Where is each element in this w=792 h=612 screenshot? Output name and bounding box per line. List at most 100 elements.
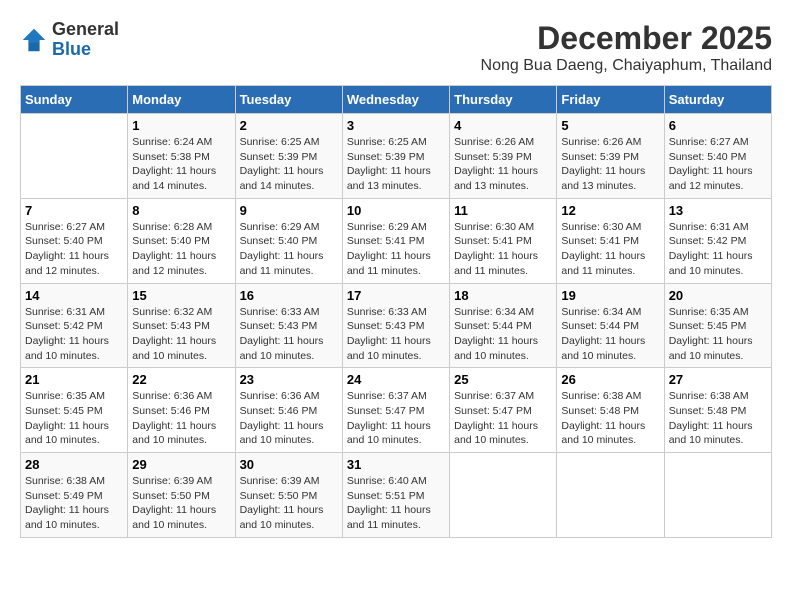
day-number: 20 — [669, 288, 767, 303]
day-content: Sunrise: 6:39 AMSunset: 5:50 PMDaylight:… — [132, 474, 230, 533]
calendar-cell: 5 Sunrise: 6:26 AMSunset: 5:39 PMDaylight… — [557, 114, 664, 199]
day-content: Sunrise: 6:27 AMSunset: 5:40 PMDaylight:… — [669, 135, 767, 194]
header-day-tuesday: Tuesday — [235, 86, 342, 114]
calendar-cell: 10 Sunrise: 6:29 AMSunset: 5:41 PMDayligh… — [342, 198, 449, 283]
day-content: Sunrise: 6:25 AMSunset: 5:39 PMDaylight:… — [240, 135, 338, 194]
calendar-cell — [21, 114, 128, 199]
logo-blue: Blue — [52, 40, 119, 60]
day-number: 2 — [240, 118, 338, 133]
day-number: 13 — [669, 203, 767, 218]
day-content: Sunrise: 6:37 AMSunset: 5:47 PMDaylight:… — [454, 389, 552, 448]
calendar-cell: 27 Sunrise: 6:38 AMSunset: 5:48 PMDayligh… — [664, 368, 771, 453]
day-number: 28 — [25, 457, 123, 472]
day-content: Sunrise: 6:27 AMSunset: 5:40 PMDaylight:… — [25, 220, 123, 279]
day-number: 31 — [347, 457, 445, 472]
day-content: Sunrise: 6:36 AMSunset: 5:46 PMDaylight:… — [240, 389, 338, 448]
calendar-cell — [450, 453, 557, 538]
calendar-cell: 20Sunrise: 6:35 AMSunset: 5:45 PMDayligh… — [664, 283, 771, 368]
calendar-cell: 2 Sunrise: 6:25 AMSunset: 5:39 PMDaylight… — [235, 114, 342, 199]
day-content: Sunrise: 6:38 AMSunset: 5:48 PMDaylight:… — [669, 389, 767, 448]
day-content: Sunrise: 6:24 AMSunset: 5:38 PMDaylight:… — [132, 135, 230, 194]
calendar-cell — [664, 453, 771, 538]
logo-icon — [20, 26, 48, 54]
week-row-4: 28 Sunrise: 6:38 AMSunset: 5:49 PMDayligh… — [21, 453, 772, 538]
week-row-0: 1 Sunrise: 6:24 AMSunset: 5:38 PMDaylight… — [21, 114, 772, 199]
header-day-saturday: Saturday — [664, 86, 771, 114]
calendar-cell: 6 Sunrise: 6:27 AMSunset: 5:40 PMDaylight… — [664, 114, 771, 199]
calendar-cell: 16Sunrise: 6:33 AMSunset: 5:43 PMDayligh… — [235, 283, 342, 368]
day-number: 22 — [132, 372, 230, 387]
header-day-friday: Friday — [557, 86, 664, 114]
calendar-cell: 21 Sunrise: 6:35 AMSunset: 5:45 PMDayligh… — [21, 368, 128, 453]
day-number: 21 — [25, 372, 123, 387]
day-content: Sunrise: 6:33 AMSunset: 5:43 PMDaylight:… — [347, 305, 445, 364]
header-day-thursday: Thursday — [450, 86, 557, 114]
day-number: 7 — [25, 203, 123, 218]
day-number: 27 — [669, 372, 767, 387]
day-number: 23 — [240, 372, 338, 387]
calendar-cell: 4 Sunrise: 6:26 AMSunset: 5:39 PMDaylight… — [450, 114, 557, 199]
day-number: 14 — [25, 288, 123, 303]
day-content: Sunrise: 6:28 AMSunset: 5:40 PMDaylight:… — [132, 220, 230, 279]
day-content: Sunrise: 6:29 AMSunset: 5:41 PMDaylight:… — [347, 220, 445, 279]
header-day-wednesday: Wednesday — [342, 86, 449, 114]
logo-general: General — [52, 20, 119, 40]
day-content: Sunrise: 6:40 AMSunset: 5:51 PMDaylight:… — [347, 474, 445, 533]
day-number: 10 — [347, 203, 445, 218]
month-title: December 2025 — [481, 20, 772, 57]
day-content: Sunrise: 6:26 AMSunset: 5:39 PMDaylight:… — [454, 135, 552, 194]
day-number: 4 — [454, 118, 552, 133]
calendar-cell: 22Sunrise: 6:36 AMSunset: 5:46 PMDayligh… — [128, 368, 235, 453]
calendar-cell: 7 Sunrise: 6:27 AMSunset: 5:40 PMDaylight… — [21, 198, 128, 283]
day-number: 15 — [132, 288, 230, 303]
calendar-cell: 3Sunrise: 6:25 AMSunset: 5:39 PMDaylight… — [342, 114, 449, 199]
day-number: 9 — [240, 203, 338, 218]
day-number: 16 — [240, 288, 338, 303]
day-content: Sunrise: 6:34 AMSunset: 5:44 PMDaylight:… — [561, 305, 659, 364]
calendar-cell: 19 Sunrise: 6:34 AMSunset: 5:44 PMDayligh… — [557, 283, 664, 368]
day-content: Sunrise: 6:31 AMSunset: 5:42 PMDaylight:… — [25, 305, 123, 364]
calendar-cell: 24Sunrise: 6:37 AMSunset: 5:47 PMDayligh… — [342, 368, 449, 453]
calendar-cell: 28 Sunrise: 6:38 AMSunset: 5:49 PMDayligh… — [21, 453, 128, 538]
day-content: Sunrise: 6:30 AMSunset: 5:41 PMDaylight:… — [561, 220, 659, 279]
calendar-cell — [557, 453, 664, 538]
day-number: 24 — [347, 372, 445, 387]
day-number: 29 — [132, 457, 230, 472]
calendar-cell: 25 Sunrise: 6:37 AMSunset: 5:47 PMDayligh… — [450, 368, 557, 453]
calendar-cell: 13Sunrise: 6:31 AMSunset: 5:42 PMDayligh… — [664, 198, 771, 283]
calendar-cell: 15Sunrise: 6:32 AMSunset: 5:43 PMDayligh… — [128, 283, 235, 368]
calendar-cell: 1 Sunrise: 6:24 AMSunset: 5:38 PMDaylight… — [128, 114, 235, 199]
day-content: Sunrise: 6:35 AMSunset: 5:45 PMDaylight:… — [25, 389, 123, 448]
day-number: 19 — [561, 288, 659, 303]
calendar-cell: 31 Sunrise: 6:40 AMSunset: 5:51 PMDayligh… — [342, 453, 449, 538]
calendar-cell: 17 Sunrise: 6:33 AMSunset: 5:43 PMDayligh… — [342, 283, 449, 368]
day-number: 11 — [454, 203, 552, 218]
location-subtitle: Nong Bua Daeng, Chaiyaphum, Thailand — [481, 57, 772, 75]
week-row-2: 14 Sunrise: 6:31 AMSunset: 5:42 PMDayligh… — [21, 283, 772, 368]
day-number: 1 — [132, 118, 230, 133]
day-content: Sunrise: 6:26 AMSunset: 5:39 PMDaylight:… — [561, 135, 659, 194]
day-number: 3 — [347, 118, 445, 133]
header-day-monday: Monday — [128, 86, 235, 114]
page-header: General Blue December 2025 Nong Bua Daen… — [20, 20, 772, 75]
calendar-cell: 8Sunrise: 6:28 AMSunset: 5:40 PMDaylight… — [128, 198, 235, 283]
calendar-cell: 29 Sunrise: 6:39 AMSunset: 5:50 PMDayligh… — [128, 453, 235, 538]
week-row-3: 21 Sunrise: 6:35 AMSunset: 5:45 PMDayligh… — [21, 368, 772, 453]
day-number: 5 — [561, 118, 659, 133]
day-number: 18 — [454, 288, 552, 303]
calendar-cell: 18Sunrise: 6:34 AMSunset: 5:44 PMDayligh… — [450, 283, 557, 368]
day-content: Sunrise: 6:39 AMSunset: 5:50 PMDaylight:… — [240, 474, 338, 533]
day-content: Sunrise: 6:38 AMSunset: 5:48 PMDaylight:… — [561, 389, 659, 448]
day-content: Sunrise: 6:38 AMSunset: 5:49 PMDaylight:… — [25, 474, 123, 533]
day-number: 17 — [347, 288, 445, 303]
header-row: SundayMondayTuesdayWednesdayThursdayFrid… — [21, 86, 772, 114]
day-number: 6 — [669, 118, 767, 133]
calendar-cell: 14 Sunrise: 6:31 AMSunset: 5:42 PMDayligh… — [21, 283, 128, 368]
day-number: 25 — [454, 372, 552, 387]
calendar-table: SundayMondayTuesdayWednesdayThursdayFrid… — [20, 85, 772, 538]
logo-text: General Blue — [52, 20, 119, 60]
calendar-cell: 12 Sunrise: 6:30 AMSunset: 5:41 PMDayligh… — [557, 198, 664, 283]
day-number: 12 — [561, 203, 659, 218]
title-block: December 2025 Nong Bua Daeng, Chaiyaphum… — [481, 20, 772, 75]
header-day-sunday: Sunday — [21, 86, 128, 114]
